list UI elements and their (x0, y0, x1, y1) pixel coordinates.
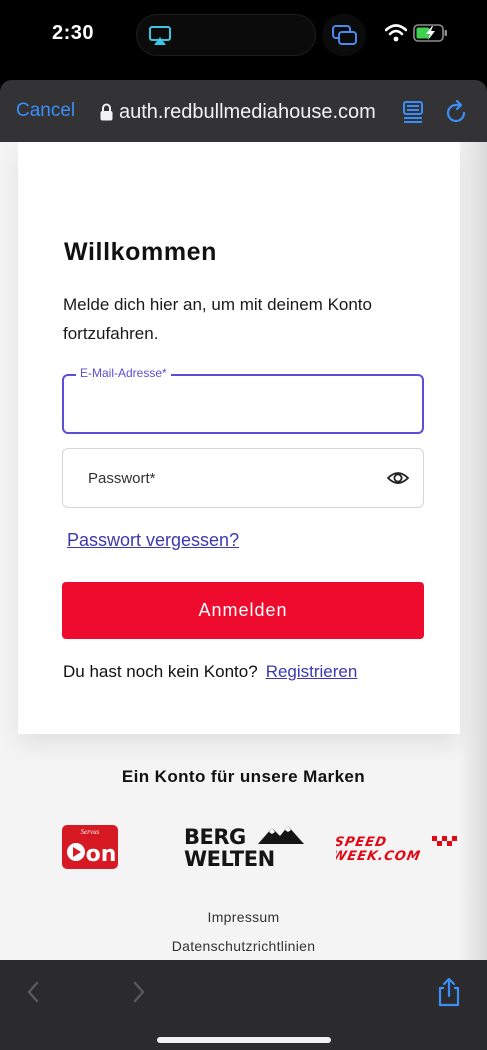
mountain-icon (258, 826, 304, 844)
password-field[interactable]: Passwort* (62, 448, 424, 508)
bergwelten-line1: BERG (184, 825, 246, 849)
forward-icon[interactable] (132, 981, 146, 1003)
servus-on-logo[interactable]: Servus on (62, 825, 118, 869)
svg-text:Servus: Servus (81, 828, 100, 836)
browser-toolbar (0, 960, 487, 1050)
browser-address-bar: Cancel auth.redbullmediahouse.com (0, 80, 487, 142)
reader-icon[interactable] (402, 100, 424, 124)
wifi-icon (385, 24, 407, 42)
servus-on-text: on (86, 842, 117, 867)
email-field[interactable]: E-Mail-Adresse* (62, 366, 424, 434)
url-display[interactable]: auth.redbullmediahouse.com (100, 100, 376, 124)
url-text: auth.redbullmediahouse.com (119, 100, 376, 123)
login-button[interactable]: Anmelden (62, 582, 424, 639)
airplay-icon (149, 26, 171, 45)
back-icon[interactable] (26, 981, 40, 1003)
email-input[interactable] (78, 390, 398, 418)
svg-text:SPEED: SPEED (336, 835, 388, 850)
email-label: E-Mail-Adresse* (76, 366, 171, 380)
page-edge-shadow (459, 142, 487, 960)
signup-row: Du hast noch kein Konto? Registrieren (63, 662, 357, 682)
battery-icon (413, 24, 447, 42)
cancel-button[interactable]: Cancel (16, 100, 75, 122)
svg-text:WEEK.COM: WEEK.COM (336, 849, 422, 864)
page-subtitle: Melde dich hier an, um mit deinem Konto … (63, 295, 372, 343)
impressum-link[interactable]: Impressum (0, 909, 487, 925)
dynamic-island (136, 14, 316, 56)
home-indicator (157, 1037, 331, 1043)
screen-mirror-button[interactable] (322, 14, 366, 56)
eye-icon[interactable] (387, 469, 409, 487)
register-link[interactable]: Registrieren (266, 662, 358, 681)
web-page: Willkommen Melde dich hier an, um mit de… (0, 142, 487, 960)
reload-icon[interactable] (445, 99, 469, 125)
lock-icon (100, 103, 113, 121)
page-title: Willkommen (64, 238, 218, 266)
login-card: Willkommen Melde dich hier an, um mit de… (18, 142, 460, 734)
forgot-password-link[interactable]: Passwort vergessen? (67, 530, 239, 551)
privacy-link[interactable]: Datenschutzrichtlinien (0, 938, 487, 954)
no-account-text: Du hast noch kein Konto? (63, 662, 258, 681)
password-placeholder: Passwort* (88, 470, 156, 487)
bergwelten-logo[interactable]: BERG WELTEN (184, 822, 304, 872)
speedweek-logo[interactable]: SPEED WEEK.COM (336, 834, 460, 864)
status-time: 2:30 (52, 22, 95, 44)
status-bar: 2:30 (0, 0, 487, 72)
share-icon[interactable] (437, 977, 461, 1007)
screen-mirror-icon (332, 25, 357, 45)
brands-title: Ein Konto für unsere Marken (121, 767, 366, 786)
bergwelten-line2: WELTEN (184, 847, 275, 871)
